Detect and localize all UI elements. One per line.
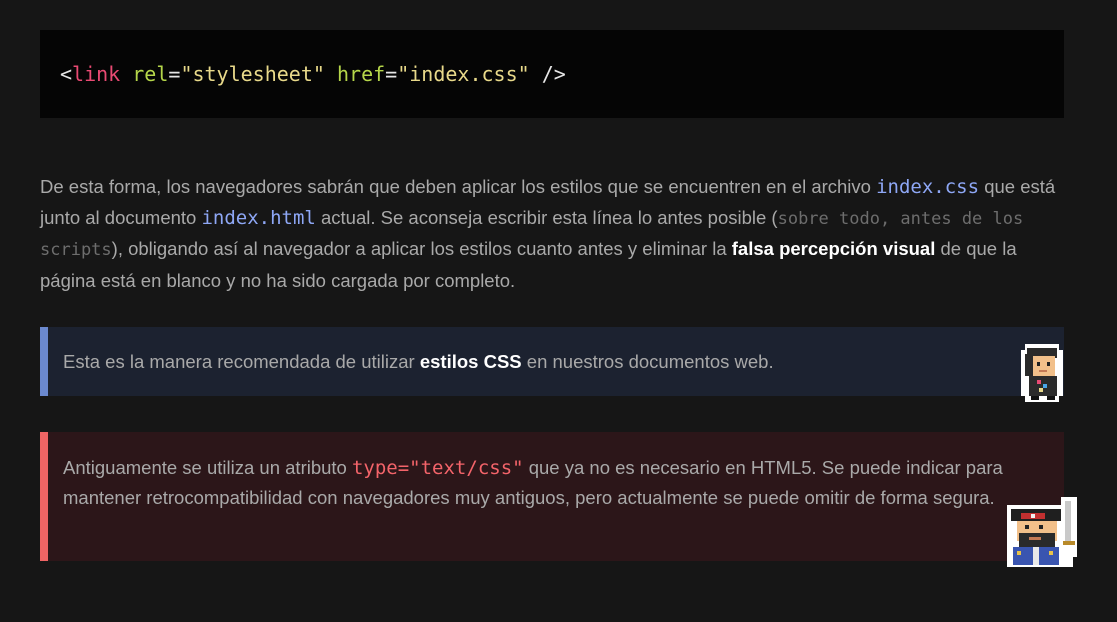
body-paragraph: De esta forma, los navegadores sabrán qu…: [40, 172, 1070, 295]
callout-text: Antiguamente se utiliza un atributo: [63, 457, 352, 478]
callout-text: Esta es la manera recomendada de utiliza…: [63, 351, 420, 372]
bold-term: falsa percepción visual: [731, 238, 936, 259]
paragraph-text: De esta forma, los navegadores sabrán qu…: [40, 176, 877, 197]
info-callout: Esta es la manera recomendada de utiliza…: [40, 327, 1064, 396]
code-attr-rel: rel: [132, 62, 169, 86]
inline-code-type-attribute: type="text/css": [351, 457, 524, 479]
paragraph-text: actual. Se aconseja escribir esta línea …: [315, 206, 778, 228]
callout-text: en nuestros documentos web.: [521, 351, 774, 372]
code-tag-name: link: [72, 62, 121, 86]
inline-code-index-html: index.html: [201, 206, 316, 229]
code-equals: =: [385, 62, 398, 86]
code-value-rel: "stylesheet": [180, 62, 325, 86]
pixel-pirate-avatar-icon: [1007, 497, 1077, 567]
paragraph-text: ), obligando así al navegador a aplicar …: [111, 238, 732, 259]
callout-bold: estilos CSS: [419, 351, 522, 372]
code-value-href: "index.css": [397, 62, 530, 86]
inline-code-index-css: index.css: [876, 176, 980, 198]
code-open-bracket: <: [60, 62, 73, 86]
warning-callout: Antiguamente se utiliza un atributo type…: [40, 432, 1064, 561]
code-attr-href: href: [336, 62, 386, 86]
code-close-bracket: />: [541, 62, 566, 86]
pixel-character-avatar-icon: [1021, 344, 1063, 402]
code-equals: =: [168, 62, 181, 86]
code-block: <link rel="stylesheet" href="index.css" …: [40, 30, 1064, 118]
